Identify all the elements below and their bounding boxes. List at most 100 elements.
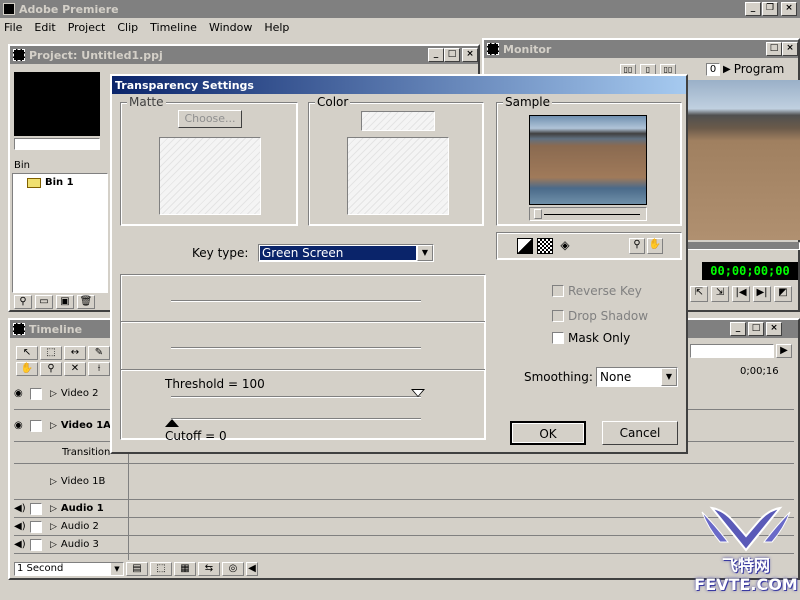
- minimize-icon[interactable]: _: [428, 48, 444, 62]
- app-titlebar: Adobe Premiere _ ❐ ×: [0, 0, 800, 18]
- expand-arrow-icon[interactable]: ▷: [50, 522, 57, 532]
- black-white-icon[interactable]: [517, 238, 533, 254]
- mask-only-box: [552, 332, 564, 344]
- expand-arrow-icon[interactable]: ▷: [50, 540, 57, 550]
- maximize-icon[interactable]: □: [766, 42, 782, 56]
- lock-box[interactable]: [30, 538, 42, 551]
- lift-icon[interactable]: ◩: [774, 286, 792, 302]
- zoom-icon[interactable]: ⚲: [629, 238, 645, 254]
- expand-arrow-icon[interactable]: ▷: [50, 389, 57, 399]
- cutoff-thumb[interactable]: [165, 419, 179, 427]
- bin-item[interactable]: Bin 1: [27, 177, 107, 188]
- speaker-icon[interactable]: ◀): [14, 539, 30, 550]
- lock-box[interactable]: [30, 502, 42, 515]
- track-options-icon[interactable]: ▤: [126, 562, 148, 576]
- menu-file[interactable]: File: [4, 21, 22, 37]
- fill-icon[interactable]: ◈: [557, 238, 573, 254]
- toggle-shift-icon[interactable]: ⬚: [150, 562, 172, 576]
- speaker-icon[interactable]: ◀): [14, 521, 30, 532]
- project-toolbar: ⚲ ▭ ▣ 🗑: [14, 295, 95, 309]
- mask-only-checkbox[interactable]: Mask Only: [552, 331, 630, 345]
- menu-window[interactable]: Window: [209, 21, 252, 37]
- next-edit-icon[interactable]: ▶|: [753, 286, 771, 302]
- reverse-key-label: Reverse Key: [568, 284, 642, 298]
- maximize-icon[interactable]: □: [444, 48, 460, 62]
- film-icon: [487, 43, 499, 55]
- speaker-icon[interactable]: ◀): [14, 503, 30, 514]
- transparency-dialog: Transparency Settings Matte Choose... Co…: [110, 74, 688, 454]
- zoom-select[interactable]: 1 Second ▼: [14, 562, 124, 576]
- range-select-icon[interactable]: ⬚: [40, 346, 62, 360]
- sample-slider-thumb[interactable]: [534, 209, 542, 219]
- track-row: ◀) ▷ Audio 2: [14, 518, 794, 536]
- razor-tool-icon[interactable]: ✎: [88, 346, 110, 360]
- snap-icon[interactable]: ▦: [174, 562, 196, 576]
- timeline-ruler[interactable]: [690, 344, 774, 358]
- menu-clip[interactable]: Clip: [117, 21, 138, 37]
- eye-icon[interactable]: ◉: [14, 420, 30, 431]
- new-bin-icon[interactable]: ▭: [35, 295, 53, 309]
- minimize-icon[interactable]: _: [745, 2, 761, 16]
- scroll-left-icon[interactable]: ◀: [246, 562, 258, 576]
- prev-edit-icon[interactable]: |◀: [732, 286, 750, 302]
- watermark-text-en: FEVTE.COM: [694, 575, 798, 594]
- smoothing-value: None: [600, 370, 632, 384]
- close-icon[interactable]: ×: [782, 42, 798, 56]
- smoothing-select[interactable]: None ▼: [596, 367, 678, 387]
- out-point-icon[interactable]: ⇲: [711, 286, 729, 302]
- menu-help[interactable]: Help: [264, 21, 289, 37]
- bin-header: Bin: [14, 160, 30, 171]
- view-icon-strip: ◈ ⚲ ✋: [496, 232, 682, 260]
- restore-icon[interactable]: ❐: [762, 2, 778, 16]
- expand-arrow-icon[interactable]: ▷: [50, 477, 57, 487]
- project-thumbnail: [14, 72, 100, 136]
- program-arrow-icon: ▶: [723, 63, 731, 75]
- rolling-edit-icon[interactable]: ↔: [64, 346, 86, 360]
- drop-shadow-checkbox[interactable]: Drop Shadow: [552, 309, 648, 323]
- in-out-icon[interactable]: ⟊: [88, 362, 110, 376]
- program-scrub-bar[interactable]: [684, 242, 800, 250]
- menu-edit[interactable]: Edit: [34, 21, 55, 37]
- sample-slider[interactable]: [529, 207, 647, 221]
- selection-tool-icon[interactable]: ↖: [16, 346, 38, 360]
- in-point-icon[interactable]: ⇱: [690, 286, 708, 302]
- edge-view-icon[interactable]: ◎: [222, 562, 244, 576]
- project-thumb-bar: [14, 138, 100, 150]
- program-selector[interactable]: 0 ▶ Program: [706, 62, 784, 76]
- key-type-select[interactable]: Green Screen ▼: [258, 244, 434, 262]
- eye-icon[interactable]: ◉: [14, 388, 30, 399]
- lock-box[interactable]: [30, 419, 42, 432]
- scroll-right-icon[interactable]: ▶: [776, 344, 792, 358]
- menu-project[interactable]: Project: [68, 21, 106, 37]
- checkerboard-icon[interactable]: [537, 238, 553, 254]
- hand-icon[interactable]: ✋: [647, 238, 663, 254]
- color-swatch[interactable]: [361, 111, 435, 131]
- cancel-button[interactable]: Cancel: [602, 421, 678, 445]
- color-preview[interactable]: [347, 137, 449, 215]
- zoom-value: 1 Second: [17, 563, 64, 574]
- binoculars-icon[interactable]: ⚲: [14, 295, 32, 309]
- menu-timeline[interactable]: Timeline: [150, 21, 197, 37]
- close-icon[interactable]: ×: [766, 322, 782, 336]
- choose-button[interactable]: Choose...: [178, 110, 242, 128]
- slider-panel: Threshold = 100 Cutoff = 0: [120, 274, 486, 443]
- zoom-tool-icon[interactable]: ⚲: [40, 362, 62, 376]
- threshold-thumb-fill: [413, 390, 423, 396]
- sync-icon[interactable]: ⇆: [198, 562, 220, 576]
- close-icon[interactable]: ×: [781, 2, 797, 16]
- close-icon[interactable]: ×: [462, 48, 478, 62]
- new-item-icon[interactable]: ▣: [56, 295, 74, 309]
- ok-button[interactable]: OK: [510, 421, 586, 445]
- delete-icon[interactable]: 🗑: [77, 295, 95, 309]
- menu-bar: File Edit Project Clip Timeline Window H…: [4, 21, 794, 37]
- hand-tool-icon[interactable]: ✋: [16, 362, 38, 376]
- reverse-key-checkbox[interactable]: Reverse Key: [552, 284, 642, 298]
- lock-box[interactable]: [30, 387, 42, 400]
- cross-fade-icon[interactable]: ✕: [64, 362, 86, 376]
- expand-arrow-icon[interactable]: ▷: [50, 504, 57, 514]
- minimize-icon[interactable]: _: [730, 322, 746, 336]
- expand-arrow-icon[interactable]: ▷: [50, 421, 57, 431]
- maximize-icon[interactable]: □: [748, 322, 764, 336]
- lock-box[interactable]: [30, 520, 42, 533]
- program-label: Program: [733, 62, 785, 76]
